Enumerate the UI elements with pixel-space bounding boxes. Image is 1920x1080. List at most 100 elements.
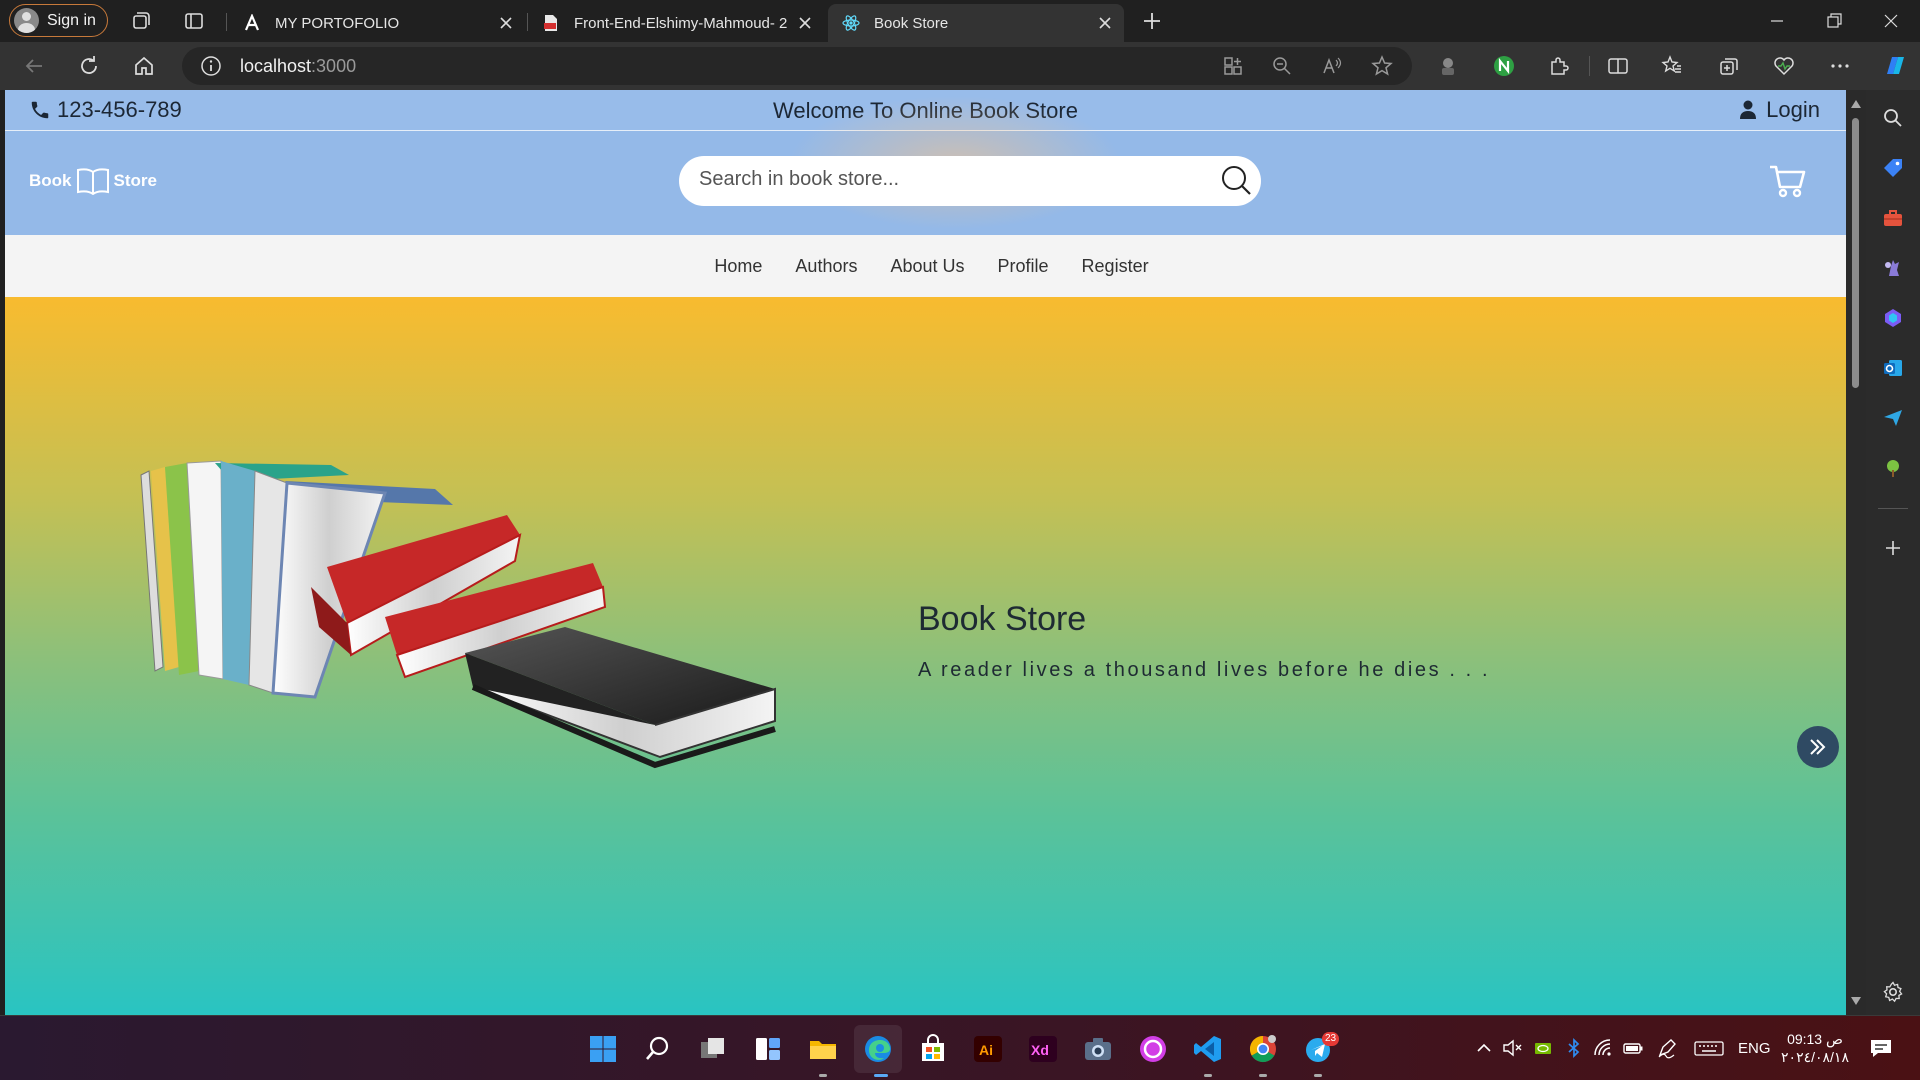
split-screen-icon[interactable] [1606,54,1630,78]
profile-signin-button[interactable]: Sign in [9,4,108,37]
cart-icon[interactable] [1768,163,1806,199]
tab-pdf-document[interactable]: Front-End-Elshimy-Mahmoud- 2 [528,4,824,42]
logo-text-right: Store [113,171,157,190]
microsoft-store-icon[interactable] [918,1034,948,1064]
running-indicator [819,1074,827,1077]
close-icon[interactable] [497,14,515,32]
new-tab-icon[interactable] [1140,9,1164,33]
tab-title: MY PORTOFOLIO [275,14,400,32]
browser-essentials-icon[interactable] [1772,54,1796,78]
scroll-down-arrow-icon[interactable] [1851,997,1861,1005]
tools-briefcase-icon[interactable] [1881,206,1905,230]
back-icon[interactable] [22,54,46,78]
active-indicator [874,1074,888,1077]
file-explorer-icon[interactable] [808,1034,838,1064]
clock-date: ٢٠٢٤/٠٨/١٨ [1781,1049,1849,1065]
adobe-xd-icon[interactable]: Xd [1028,1034,1058,1064]
nav-authors-link[interactable]: Authors [795,256,857,277]
tab-book-store[interactable]: Book Store [828,4,1124,42]
screen-recorder-icon[interactable] [1138,1034,1168,1064]
notifications-icon[interactable] [1868,1037,1894,1059]
hero-next-button[interactable] [1797,726,1839,768]
refresh-icon[interactable] [77,54,101,78]
react-favicon-icon [842,15,860,31]
taskbar-search-icon[interactable] [643,1034,673,1064]
vscode-icon[interactable] [1193,1034,1223,1064]
site-logo[interactable]: Book Store [29,167,157,195]
svg-text:Xd: Xd [1031,1042,1049,1058]
task-view-icon[interactable] [698,1034,728,1064]
search-icon[interactable] [1217,162,1255,200]
nav-register-link[interactable]: Register [1082,256,1149,277]
volume-muted-icon[interactable] [1501,1037,1523,1059]
input-language-indicator[interactable]: ENG [1738,1040,1771,1057]
page-scrollbar[interactable] [1846,90,1866,1015]
address-bar[interactable]: localhost:3000 [182,47,1412,85]
zoom-out-icon[interactable] [1271,55,1293,77]
add-sidebar-app-icon[interactable] [1881,536,1905,560]
close-icon[interactable] [1096,14,1114,32]
workspaces-icon[interactable] [129,9,153,33]
restore-icon[interactable] [1822,10,1846,32]
bluetooth-icon[interactable] [1563,1037,1585,1059]
extensions-puzzle-icon[interactable] [1546,54,1570,78]
app-available-icon[interactable] [1222,55,1244,77]
outlook-icon[interactable] [1881,356,1905,380]
shopping-tag-icon[interactable] [1881,156,1905,180]
windows-start-icon[interactable] [588,1034,618,1064]
close-icon[interactable] [796,14,814,32]
extension-spy-icon[interactable] [1436,54,1460,78]
battery-icon[interactable] [1622,1037,1644,1059]
running-indicator [1314,1074,1322,1077]
minimize-icon[interactable] [1765,10,1789,32]
chrome-icon[interactable] [1248,1034,1278,1064]
send-icon[interactable] [1881,406,1905,430]
search-box [679,156,1261,206]
collections-icon[interactable] [1717,54,1741,78]
touch-keyboard-icon[interactable] [1694,1037,1724,1059]
copilot-icon[interactable] [1881,52,1909,80]
illustrator-icon[interactable]: Ai [973,1034,1003,1064]
camera-icon[interactable] [1083,1034,1113,1064]
scroll-up-arrow-icon[interactable] [1851,100,1861,108]
nav-profile-link[interactable]: Profile [998,256,1049,277]
double-chevron-right-icon [1810,739,1826,755]
top-bar: 123-456-789 Welcome To Online Book Store… [5,90,1846,131]
close-window-icon[interactable] [1879,10,1903,32]
games-chess-icon[interactable] [1881,256,1905,280]
site-header: Book Store [5,90,1846,235]
more-menu-icon[interactable] [1828,54,1852,78]
search-input[interactable] [699,168,1179,191]
home-icon[interactable] [132,54,156,78]
read-aloud-icon[interactable] [1321,55,1343,77]
edge-browser-icon[interactable] [863,1034,893,1064]
wifi-icon[interactable] [1592,1037,1614,1059]
tree-icon[interactable] [1881,456,1905,480]
login-label: Login [1766,97,1820,122]
page-viewport: 123-456-789 Welcome To Online Book Store… [5,90,1846,1015]
system-clock[interactable]: 09:13 ص ٢٠٢٤/٠٨/١٨ [1780,1030,1850,1066]
site-info-icon[interactable] [200,55,222,77]
tab-portfolio[interactable]: MY PORTOFOLIO [229,4,525,42]
pen-input-icon[interactable] [1656,1037,1678,1059]
favorite-star-icon[interactable] [1371,55,1393,77]
scrollbar-thumb[interactable] [1852,118,1859,388]
sidebar-settings-gear-icon[interactable] [1881,980,1905,1004]
portfolio-favicon-icon [244,14,260,31]
nav-home-link[interactable]: Home [714,256,762,277]
show-hidden-icons-chevron-icon[interactable] [1473,1037,1495,1059]
tab-actions-icon[interactable] [182,9,206,33]
widgets-icon[interactable] [753,1034,783,1064]
pdf-favicon-icon [544,15,557,31]
favorites-icon[interactable] [1660,54,1684,78]
tab-title: Book Store [874,14,949,32]
nvidia-icon[interactable] [1532,1037,1554,1059]
extension-n-icon[interactable] [1492,54,1516,78]
browser-tab-strip: Sign in MY PORTOFOLIO Front-End-Elshimy-… [0,0,1920,42]
m365-icon[interactable] [1881,306,1905,330]
login-link[interactable]: Login [1739,97,1820,123]
nav-about-us-link[interactable]: About Us [890,256,964,277]
sidebar-search-icon[interactable] [1881,106,1905,130]
url-text[interactable]: localhost:3000 [240,56,356,77]
books-illustration [140,460,776,769]
